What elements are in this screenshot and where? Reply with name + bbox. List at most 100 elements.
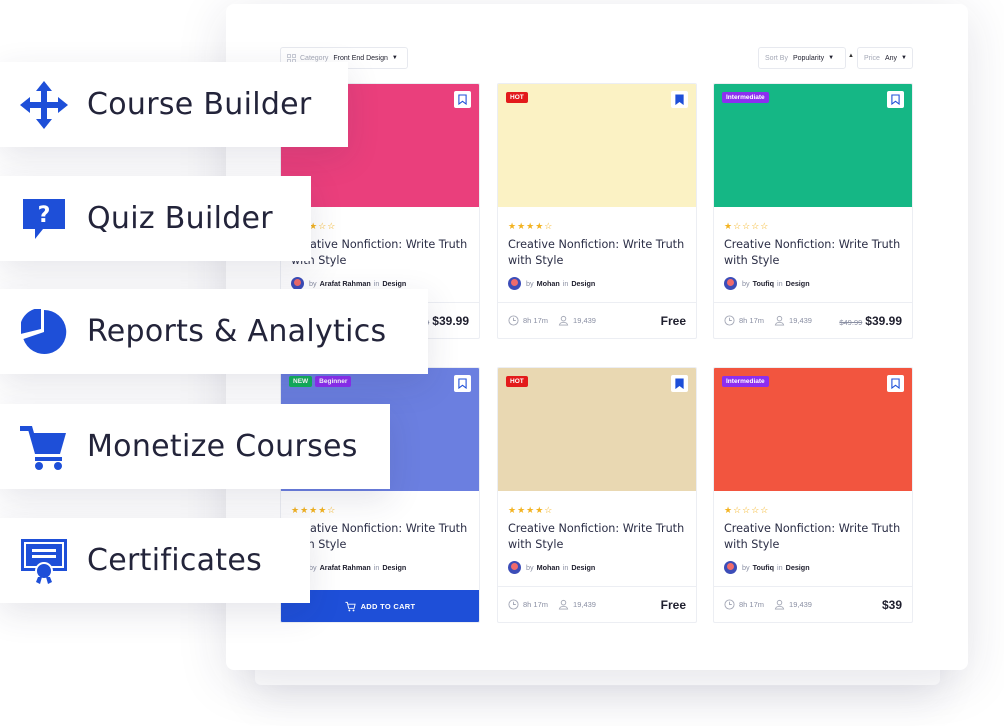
cart-icon [345,601,361,612]
author-name[interactable]: Mohan [537,279,560,288]
bookmark-button[interactable] [454,91,471,108]
course-badge: HOT [506,376,528,387]
user-icon [774,599,789,610]
author-name[interactable]: Arafat Rahman [320,279,371,288]
avatar [508,277,521,290]
feature-label: Quiz Builder [87,201,273,236]
author-name[interactable]: Toufiq [753,279,774,288]
feature-certificates: Certificates [0,518,310,603]
course-card[interactable]: HOT ★★★★☆ Creative Nonfiction: Write Tru… [497,83,697,339]
author-name[interactable]: Mohan [537,563,560,572]
course-title[interactable]: Creative Nonfiction: Write Truth with St… [724,521,902,553]
course-badge: NEW [289,376,313,387]
course-thumbnail[interactable]: Intermediate [714,368,912,491]
course-title[interactable]: Creative Nonfiction: Write Truth with St… [508,237,686,269]
students-text: 19,439 [789,316,812,325]
price-filter[interactable]: Price Any ▼ [857,47,913,69]
star-rating: ★☆☆☆☆ [724,221,770,231]
students-text: 19,439 [573,316,596,325]
course-card[interactable]: Intermediate ★☆☆☆☆ Creative Nonfiction: … [713,83,913,339]
course-category[interactable]: Design [382,279,406,288]
move-arrows-icon [19,80,69,130]
author-name[interactable]: Arafat Rahman [320,563,371,572]
course-thumbnail[interactable]: Intermediate [714,84,912,207]
course-author: by Mohan in Design [508,277,686,290]
course-title[interactable]: Creative Nonfiction: Write Truth with St… [291,237,469,269]
course-price: Free [661,598,686,612]
course-category[interactable]: Design [571,563,595,572]
bookmark-button[interactable] [671,375,688,392]
course-students: 19,439 [558,315,596,326]
course-category[interactable]: Design [382,563,406,572]
author-name[interactable]: Toufiq [753,563,774,572]
bookmark-button[interactable] [887,91,904,108]
clock-icon [724,599,739,610]
course-author: by Toufiq in Design [724,277,902,290]
author-prefix: by [742,563,750,572]
bookmark-button[interactable] [671,91,688,108]
add-to-cart-button[interactable]: ADD TO CART [281,590,479,622]
course-thumbnail[interactable]: HOT [498,84,696,207]
course-card[interactable]: Intermediate ★☆☆☆☆ Creative Nonfiction: … [713,367,913,623]
caret-down-icon: ▼ [828,55,835,61]
category-filter-label: Category [300,54,329,62]
students-text: 19,439 [573,600,596,609]
question-bubble-icon: ? [19,194,69,244]
course-category[interactable]: Design [786,563,810,572]
bookmark-button[interactable] [454,375,471,392]
category-prefix: in [373,563,380,572]
course-duration: 8h 17m [508,315,548,326]
course-thumbnail[interactable]: HOT [498,368,696,491]
course-category[interactable]: Design [786,279,810,288]
course-duration: 8h 17m [724,315,764,326]
sort-filter-label: Sort By [765,54,788,62]
user-icon [558,599,573,610]
course-title[interactable]: Creative Nonfiction: Write Truth with St… [508,521,686,553]
category-prefix: in [562,279,569,288]
bookmark-icon [458,378,467,389]
course-students: 19,439 [558,599,596,610]
course-card[interactable]: HOT ★★★★☆ Creative Nonfiction: Write Tru… [497,367,697,623]
course-badge: Intermediate [722,376,769,387]
course-badges: HOT [506,376,528,387]
sort-filter[interactable]: Sort By Popularity ▼ [758,47,846,69]
course-badge: HOT [506,92,528,103]
feature-monetize-courses: Monetize Courses [0,404,390,489]
course-badges: Intermediate [722,376,769,387]
course-duration: 8h 17m [508,599,548,610]
bookmark-button[interactable] [887,375,904,392]
feature-reports-analytics: Reports & Analytics [0,289,428,374]
course-price: $39 [882,598,902,612]
current-price: Free [660,597,686,612]
sort-direction-icon[interactable]: ▲ [848,53,854,59]
course-title[interactable]: Creative Nonfiction: Write Truth with St… [291,521,469,553]
course-badges: HOT [506,92,528,103]
pie-chart-icon [19,307,69,357]
feature-label: Reports & Analytics [87,314,387,349]
old-price: $49.99 [839,317,863,327]
category-prefix: in [777,279,783,288]
bookmark-icon [675,378,684,389]
avatar [724,277,737,290]
course-category[interactable]: Design [571,279,595,288]
feature-label: Course Builder [87,87,312,122]
star-rating: ★★★☆☆ [291,221,337,231]
course-badge: Beginner [315,376,352,387]
course-badges: NEW Beginner [289,376,352,387]
current-price: $39.99 [865,313,902,328]
shopping-cart-icon [19,422,69,472]
star-rating: ★☆☆☆☆ [724,505,770,515]
star-rating: ★★★★☆ [291,505,337,515]
feature-quiz-builder: ? Quiz Builder [0,176,311,261]
feature-label: Monetize Courses [87,429,358,464]
course-price: Free [661,314,686,328]
course-footer: 8h 17m 19,439 Free [498,302,696,338]
course-badge: Intermediate [722,92,769,103]
course-title[interactable]: Creative Nonfiction: Write Truth with St… [724,237,902,269]
star-rating: ★★★★☆ [508,221,554,231]
svg-text:?: ? [38,203,51,228]
sort-filter-value: Popularity [792,54,825,62]
caret-down-icon: ▼ [391,55,398,61]
author-prefix: by [526,563,534,572]
price-filter-value: Any [884,54,898,62]
